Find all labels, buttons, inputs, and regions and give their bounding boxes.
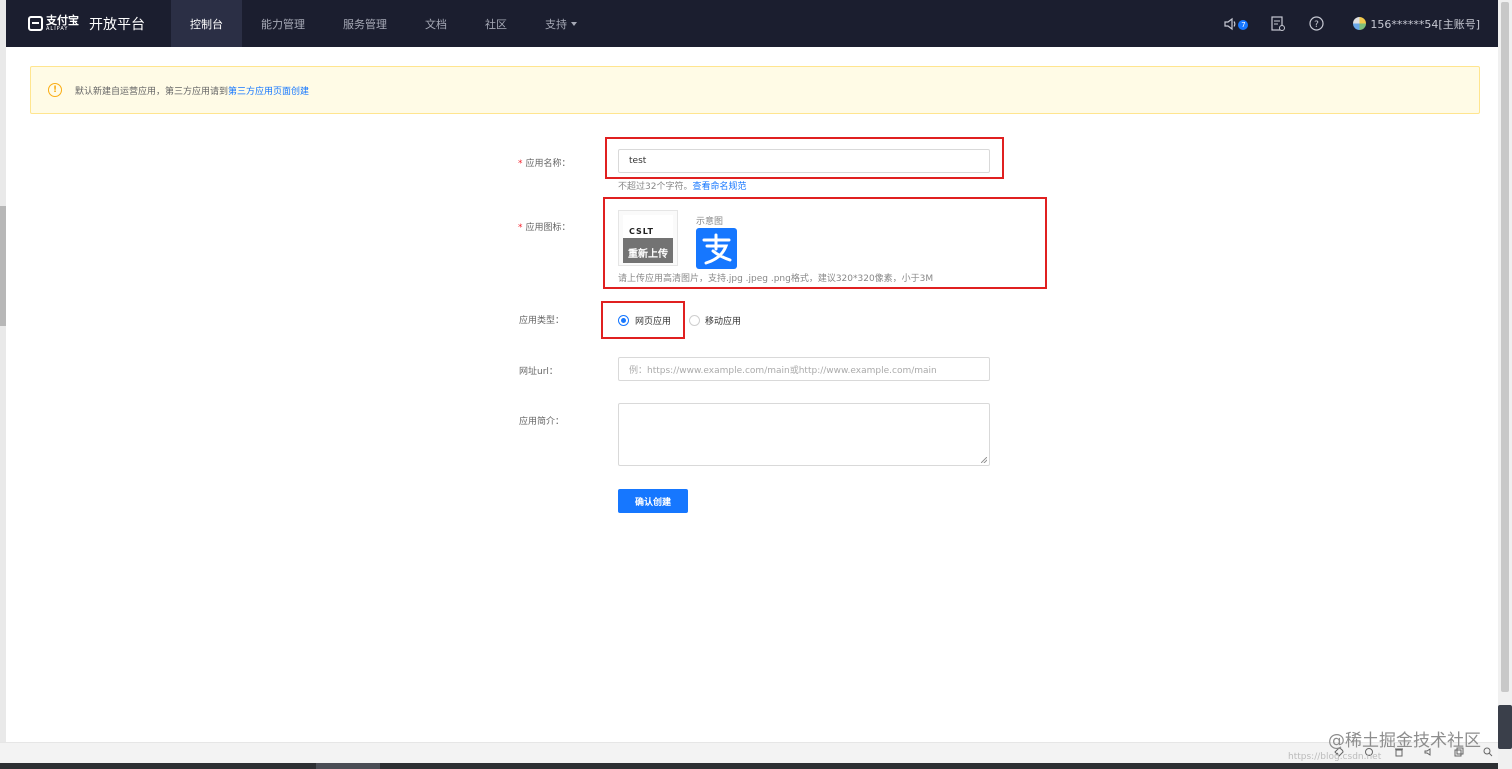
watermark-url: https://blog.csdn.net <box>1288 752 1382 762</box>
tab-label: 支持 <box>545 17 567 31</box>
left-scroll-edge <box>0 0 6 769</box>
app-type-label: 应用类型： <box>519 316 565 326</box>
tab-service[interactable]: 服务管理 <box>324 0 406 47</box>
chevron-down-icon <box>571 21 577 26</box>
tab-label: 社区 <box>485 17 507 31</box>
app-name-hint: 不超过32个字符。查看命名规范 <box>618 179 746 192</box>
logo-text-en: ALIPAY <box>46 26 69 32</box>
taskbar-item[interactable] <box>316 763 380 769</box>
help-icon[interactable]: ? <box>1307 15 1325 33</box>
app-icon-label-text: 应用图标： <box>525 223 571 233</box>
url-label: 网址url： <box>519 367 558 377</box>
left-scroll-knob[interactable] <box>0 206 6 326</box>
nav-right: 7 ? 156******54[主账号] <box>1221 0 1480 47</box>
alipay-logo: 支付宝 ALIPAY <box>28 15 79 32</box>
intro-label: 应用简介： <box>519 417 565 427</box>
url-placeholder: 例：https://www.example.com/main或http://ww… <box>629 365 937 376</box>
top-navigation: 支付宝 ALIPAY 开放平台 控制台 能力管理 服务管理 文档 社区 支持 7… <box>6 0 1498 47</box>
tab-label: 能力管理 <box>261 17 305 31</box>
viewport: { "nav": { "brand_logo_zh": "支付宝", "bran… <box>0 0 1512 769</box>
url-input[interactable]: 例：https://www.example.com/main或http://ww… <box>618 357 990 381</box>
tab-capability[interactable]: 能力管理 <box>242 0 324 47</box>
app-name-hint-text: 不超过32个字符。 <box>618 182 693 192</box>
document-clock-icon[interactable] <box>1269 15 1287 33</box>
required-mark: * <box>518 159 523 169</box>
app-name-label-text: 应用名称： <box>525 159 571 169</box>
avatar <box>1353 17 1367 30</box>
logo-text-zh: 支付宝 <box>46 14 79 27</box>
tab-label: 服务管理 <box>343 17 387 31</box>
app-icon-label: * 应用图标： <box>518 220 571 233</box>
right-scrollbar[interactable] <box>1498 0 1512 769</box>
alert-text: 默认新建自运营应用，第三方应用请到 <box>75 86 229 97</box>
required-mark: * <box>518 223 523 233</box>
info-alert: ! 默认新建自运营应用，第三方应用请到 第三方应用页面创建 <box>30 66 1480 114</box>
side-widget[interactable] <box>1498 705 1512 749</box>
tab-label: 控制台 <box>190 17 223 31</box>
highlight-box-app-name <box>605 137 1004 179</box>
watermark: @稀土掘金技术社区 <box>1328 731 1481 751</box>
zoom-icon[interactable] <box>1482 746 1494 758</box>
intro-textarea[interactable] <box>618 403 990 466</box>
tab-support[interactable]: 支持 <box>526 0 596 47</box>
warning-icon: ! <box>48 83 62 97</box>
tab-community[interactable]: 社区 <box>466 0 526 47</box>
tab-label: 文档 <box>425 17 447 31</box>
speaker-icon[interactable]: 7 <box>1221 15 1249 33</box>
confirm-create-button[interactable]: 确认创建 <box>618 489 688 513</box>
alipay-mark-icon <box>28 16 43 31</box>
tab-docs[interactable]: 文档 <box>406 0 466 47</box>
resize-handle-icon[interactable] <box>981 457 987 463</box>
highlight-box-app-icon <box>603 197 1047 289</box>
naming-rules-link[interactable]: 查看命名规范 <box>692 182 746 192</box>
user-menu[interactable]: 156******54[主账号] <box>1353 16 1480 32</box>
radio-mobile-app-label[interactable]: 移动应用 <box>705 314 741 327</box>
logo-text: 支付宝 ALIPAY <box>46 15 79 32</box>
tab-console[interactable]: 控制台 <box>171 0 242 47</box>
user-label: 156******54[主账号] <box>1370 17 1480 31</box>
radio-mobile-app[interactable] <box>689 315 700 326</box>
brand-title: 开放平台 <box>89 16 145 33</box>
scrollbar-thumb[interactable] <box>1501 2 1509 692</box>
third-party-link[interactable]: 第三方应用页面创建 <box>228 84 309 97</box>
taskbar <box>0 763 1498 769</box>
highlight-box-app-type <box>601 301 685 339</box>
brand[interactable]: 支付宝 ALIPAY 开放平台 <box>6 0 171 47</box>
notification-badge: 7 <box>1238 19 1249 30</box>
nav-tabs: 控制台 能力管理 服务管理 文档 社区 支持 <box>171 0 596 47</box>
app-name-label: * 应用名称： <box>518 156 571 169</box>
svg-text:?: ? <box>1314 20 1319 30</box>
